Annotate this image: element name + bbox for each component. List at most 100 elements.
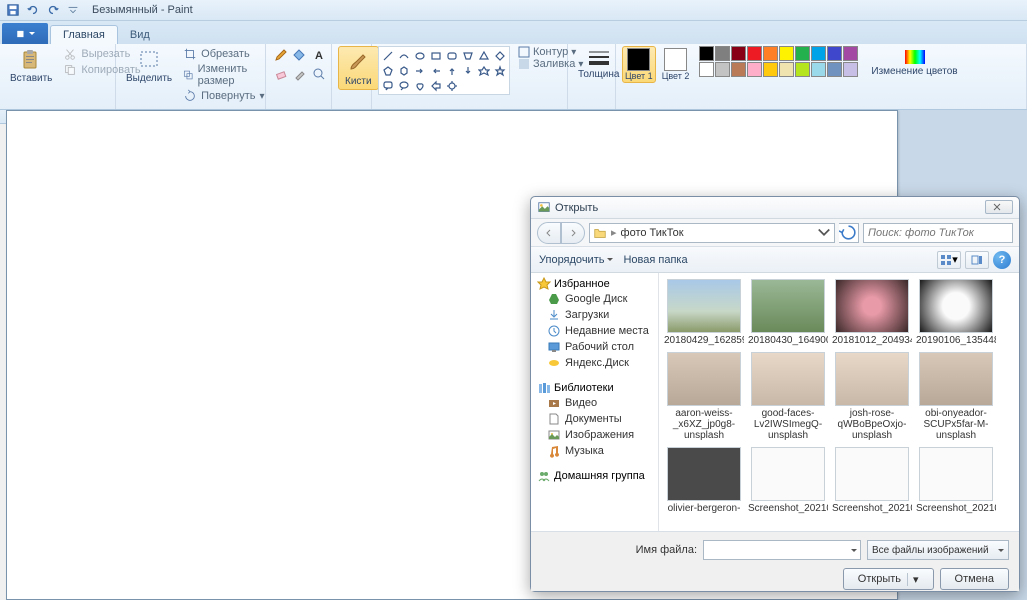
shapes-gallery[interactable] [378, 46, 510, 95]
color-palette[interactable] [699, 46, 858, 77]
window-title: Безымянный - Paint [92, 4, 193, 16]
nav-desktop[interactable]: Рабочий стол [533, 339, 656, 355]
file-item[interactable]: Screenshot_20210 [915, 447, 997, 514]
palette-swatch[interactable] [763, 62, 778, 77]
title-bar: Безымянный - Paint [0, 0, 1027, 21]
edit-colors-button[interactable]: Изменение цветов [865, 46, 963, 79]
refresh-button[interactable] [839, 223, 859, 243]
nav-libraries[interactable]: Библиотеки [533, 381, 656, 395]
file-item[interactable]: aaron-weiss-_x6XZ_jp0g8-unsplash [663, 352, 745, 441]
tab-view[interactable]: Вид [118, 26, 162, 44]
filename-input[interactable] [703, 540, 861, 560]
palette-swatch[interactable] [763, 46, 778, 61]
file-item[interactable]: Screenshot_20210 [747, 447, 829, 514]
save-icon[interactable] [4, 1, 22, 19]
palette-swatch[interactable] [827, 46, 842, 61]
file-item[interactable]: Screenshot_20210 [831, 447, 913, 514]
file-item[interactable]: josh-rose-qWBoBpeOxjo-unsplash [831, 352, 913, 441]
file-thumbnail [835, 279, 909, 333]
qat-dropdown-icon[interactable] [64, 1, 82, 19]
copy-button[interactable]: Копировать [59, 62, 144, 78]
preview-pane-button[interactable] [965, 251, 989, 269]
nav-pictures[interactable]: Изображения [533, 427, 656, 443]
palette-swatch[interactable] [715, 46, 730, 61]
fill-tool[interactable] [291, 46, 309, 64]
organize-button[interactable]: Упорядочить [539, 254, 613, 266]
palette-swatch[interactable] [795, 46, 810, 61]
palette-swatch[interactable] [747, 46, 762, 61]
file-item[interactable]: 20181012_204934 [831, 279, 913, 346]
file-tab[interactable] [2, 23, 48, 44]
nav-homegroup[interactable]: Домашняя группа [533, 469, 656, 483]
palette-swatch[interactable] [811, 46, 826, 61]
chevron-right-icon: ▸ [611, 226, 617, 239]
nav-documents[interactable]: Документы [533, 411, 656, 427]
redo-icon[interactable] [44, 1, 62, 19]
file-thumbnail [835, 352, 909, 406]
new-folder-button[interactable]: Новая папка [623, 254, 687, 266]
palette-swatch[interactable] [811, 62, 826, 77]
file-item[interactable]: 20180429_162859 [663, 279, 745, 346]
group-colors: Цвет 1 Цвет 2 Изменение цветов [616, 44, 1027, 109]
palette-swatch[interactable] [699, 46, 714, 61]
nav-yadisk[interactable]: Яндекс.Диск [533, 355, 656, 371]
palette-swatch[interactable] [747, 62, 762, 77]
palette-swatch[interactable] [779, 62, 794, 77]
address-bar[interactable]: ▸ фото ТикТок [589, 223, 835, 243]
palette-swatch[interactable] [731, 46, 746, 61]
file-item[interactable]: olivier-bergeron- [663, 447, 745, 514]
file-type-filter[interactable]: Все файлы изображений [867, 540, 1009, 560]
address-dropdown[interactable] [817, 226, 831, 240]
palette-swatch[interactable] [827, 62, 842, 77]
nav-recent[interactable]: Недавние места [533, 323, 656, 339]
nav-downloads[interactable]: Загрузки [533, 307, 656, 323]
ribbon: Вставить Вырезать Копировать Выделить Об… [0, 44, 1027, 110]
paste-button[interactable]: Вставить [6, 46, 56, 86]
search-box[interactable] [863, 223, 1013, 243]
resize-button[interactable]: Изменить размер [179, 62, 268, 88]
help-button[interactable]: ? [993, 251, 1011, 269]
navigation-pane[interactable]: Избранное Google Диск Загрузки Недавние … [531, 273, 659, 531]
palette-swatch[interactable] [715, 62, 730, 77]
close-button[interactable] [985, 200, 1013, 214]
file-item[interactable]: 20190106_135448 [915, 279, 997, 346]
views-button[interactable]: ▾ [937, 251, 961, 269]
nav-music[interactable]: Музыка [533, 443, 656, 459]
rotate-button[interactable]: Повернуть ▾ [179, 88, 268, 104]
zoom-tool[interactable] [310, 65, 328, 83]
group-brushes: Кисти [332, 44, 372, 109]
undo-icon[interactable] [24, 1, 42, 19]
nav-favorites[interactable]: Избранное [533, 277, 656, 291]
palette-swatch[interactable] [731, 62, 746, 77]
tab-home[interactable]: Главная [50, 25, 118, 44]
open-button[interactable]: Открыть▾ [843, 568, 934, 590]
back-button[interactable] [537, 222, 561, 244]
palette-swatch[interactable] [699, 62, 714, 77]
dialog-nav-bar: ▸ фото ТикТок [531, 219, 1019, 247]
cancel-button[interactable]: Отмена [940, 568, 1009, 590]
file-item[interactable]: good-faces-Lv2IWSImegQ-unsplash [747, 352, 829, 441]
nav-videos[interactable]: Видео [533, 395, 656, 411]
palette-swatch[interactable] [843, 62, 858, 77]
search-input[interactable] [868, 227, 1011, 239]
nav-gdisk[interactable]: Google Диск [533, 291, 656, 307]
file-label: Screenshot_20210 [832, 503, 912, 514]
color1-button[interactable]: Цвет 1 [622, 46, 656, 83]
forward-button[interactable] [561, 222, 585, 244]
text-tool[interactable]: A [310, 46, 328, 64]
palette-swatch[interactable] [779, 46, 794, 61]
svg-text:A: A [315, 50, 323, 62]
file-item[interactable]: obi-onyeador-SCUPx5far-M-unsplash [915, 352, 997, 441]
file-item[interactable]: 20180430_164900 [747, 279, 829, 346]
color2-button[interactable]: Цвет 2 [659, 46, 693, 83]
pencil-tool[interactable] [272, 46, 290, 64]
palette-swatch[interactable] [795, 62, 810, 77]
file-thumbnail [751, 279, 825, 333]
file-list[interactable]: 20180429_16285920180430_16490020181012_2… [659, 273, 1019, 531]
cut-button[interactable]: Вырезать [59, 46, 144, 62]
eraser-tool[interactable] [272, 65, 290, 83]
dialog-toolbar: Упорядочить Новая папка ▾ ? [531, 247, 1019, 273]
palette-swatch[interactable] [843, 46, 858, 61]
picker-tool[interactable] [291, 65, 309, 83]
crop-button[interactable]: Обрезать [179, 46, 268, 62]
